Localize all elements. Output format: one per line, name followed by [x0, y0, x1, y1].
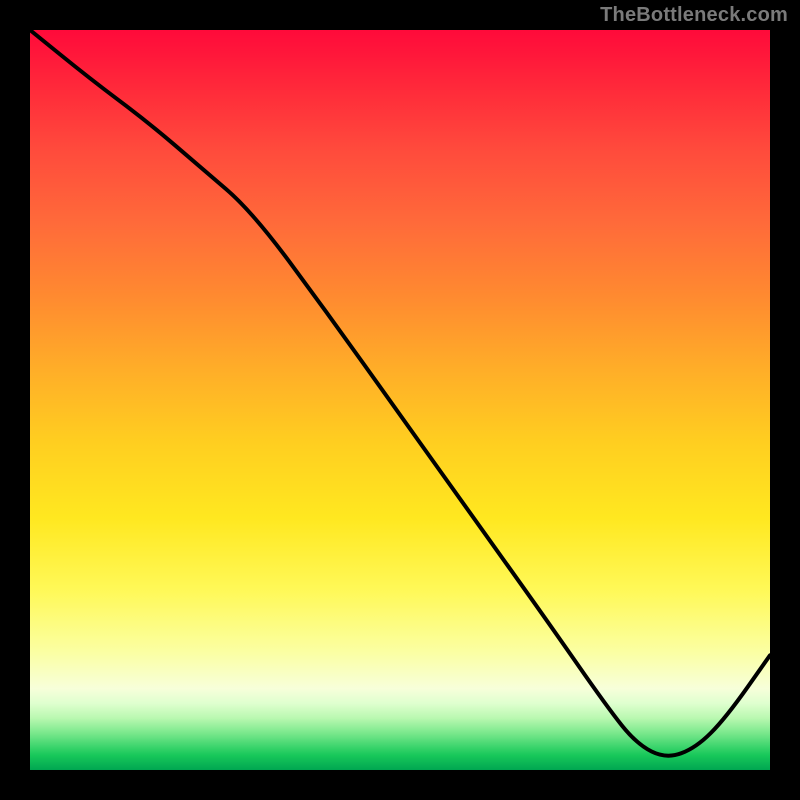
chart-curve [30, 30, 770, 756]
watermark-text: TheBottleneck.com [600, 4, 788, 27]
plot-area [30, 30, 770, 770]
chart-stage: TheBottleneck.com [0, 0, 800, 800]
chart-svg [30, 30, 770, 770]
